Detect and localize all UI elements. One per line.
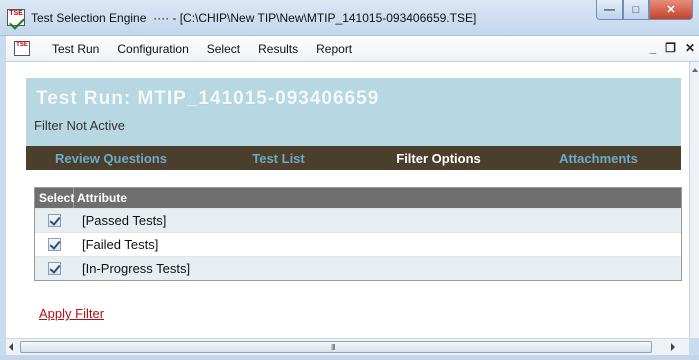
select-checkbox-failed[interactable] [48,238,61,251]
attribute-cell: [Passed Tests] [82,213,167,228]
tab-filter-options[interactable]: Filter Options [361,151,516,166]
table-row[interactable]: [In-Progress Tests] [35,256,681,280]
attribute-cell: [Failed Tests] [82,237,159,252]
header-banner: Test Run: MTIP_141015-093406659 Filter N… [26,78,681,146]
filter-status: Filter Not Active [34,118,126,133]
scrollbar-thumb[interactable]: III [20,341,652,353]
menu-bar: TSE Test Run Configuration Select Result… [6,36,699,62]
menu-test-run[interactable]: Test Run [52,42,99,56]
horizontal-scrollbar[interactable]: III [6,338,689,355]
window-frame-bottom [0,355,699,360]
column-header-attribute[interactable]: Attribute [74,191,127,205]
grip-icon: III [331,343,336,352]
vertical-scrollbar[interactable] [689,62,699,338]
close-icon: ✕ [666,4,676,16]
app-icon: TSE [7,9,25,26]
content-area: Test Run: MTIP_141015-093406659 Filter N… [6,62,689,338]
attribute-cell: [In-Progress Tests] [82,261,191,276]
minimize-icon: — [604,3,615,16]
tab-bar: Review Questions Test List Filter Option… [26,146,681,170]
grid-header: Select Attribute [35,188,681,208]
document-icon[interactable]: TSE [14,41,30,56]
scroll-left-icon[interactable] [9,343,13,351]
menu-configuration[interactable]: Configuration [117,42,188,56]
scroll-up-icon[interactable] [692,68,698,72]
window-controls: — □ ✕ [596,0,693,22]
mdi-controls: _ ❐ ✕ [649,41,695,55]
window-title: Test Selection Engine ···· - [C:\CHIP\Ne… [31,11,477,25]
menu-select[interactable]: Select [207,42,240,56]
page-title: Test Run: MTIP_141015-093406659 [36,88,380,109]
menu-results[interactable]: Results [258,42,298,56]
tab-attachments[interactable]: Attachments [516,151,681,166]
column-header-select[interactable]: Select [35,188,74,208]
menu-items: Test Run Configuration Select Results Re… [52,42,370,56]
mdi-minimize-icon[interactable]: _ [649,41,656,55]
tab-review-questions[interactable]: Review Questions [26,151,196,166]
table-row[interactable]: [Failed Tests] [35,232,681,256]
mdi-close-icon[interactable]: ✕ [685,41,695,55]
maximize-button[interactable]: □ [623,0,649,20]
close-button[interactable]: ✕ [649,0,693,20]
window-title-bar[interactable]: TSE Test Selection Engine ···· - [C:\CHI… [0,0,699,36]
select-checkbox-in-progress[interactable] [48,262,61,275]
mdi-restore-icon[interactable]: ❐ [665,41,676,55]
apply-filter-link[interactable]: Apply Filter [39,306,104,321]
filter-grid: Select Attribute [Passed Tests] [Failed … [34,187,682,281]
maximize-icon: □ [632,3,640,16]
menu-report[interactable]: Report [316,42,352,56]
scroll-right-icon[interactable] [671,343,675,351]
tab-test-list[interactable]: Test List [196,151,361,166]
select-checkbox-passed[interactable] [48,214,61,227]
minimize-button[interactable]: — [596,0,623,20]
test-run-header: Test Run: MTIP_141015-093406659 Filter N… [26,78,681,170]
table-row[interactable]: [Passed Tests] [35,208,681,232]
